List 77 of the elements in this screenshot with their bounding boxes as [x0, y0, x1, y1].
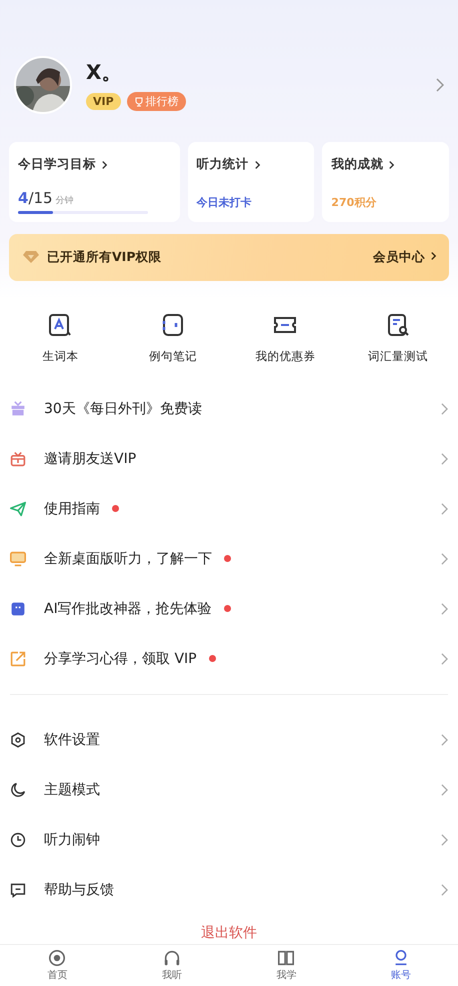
menu-item[interactable]: AI写作批改神器，抢先体验 [0, 584, 458, 634]
moon-icon [10, 782, 26, 798]
paper-plane-icon [10, 500, 26, 517]
shortcut-item[interactable]: 词汇量测试 [342, 312, 454, 364]
shortcut-item[interactable]: 我的优惠券 [229, 312, 342, 364]
settings-label: 帮助与反馈 [44, 880, 114, 899]
card-title: 今日学习目标 [18, 156, 96, 173]
chevron-right-icon [441, 502, 448, 515]
settings-label: 听力闹钟 [44, 830, 100, 849]
notebook-icon [160, 312, 185, 337]
menu-label: 30天《每日外刊》免费读 [44, 400, 202, 418]
menu-item[interactable]: 分享学习心得，领取 VIP [0, 634, 458, 684]
logout-button[interactable]: 退出软件 [195, 922, 263, 944]
robot-icon [10, 600, 26, 617]
letter-book-icon [48, 312, 72, 337]
menu-item[interactable]: 邀请朋友送VIP [0, 434, 458, 484]
tab[interactable]: 首页 [0, 944, 114, 986]
tab[interactable]: 我学 [229, 944, 344, 986]
settings-item[interactable]: 主题模式 [0, 764, 458, 815]
chevron-right-icon [254, 158, 261, 170]
chat-icon [10, 882, 26, 898]
shortcut-label: 词汇量测试 [368, 348, 428, 364]
menu-label: AI写作批改神器，抢先体验 [44, 600, 212, 618]
book-icon [277, 948, 296, 967]
stat-card[interactable]: 我的成就 270积分 [322, 142, 449, 222]
chevron-right-icon [441, 402, 448, 415]
diamond-icon [23, 250, 39, 264]
member-center-link[interactable]: 会员中心 [373, 248, 437, 266]
hexagon-icon [10, 732, 26, 748]
menu-label: 全新桌面版听力，了解一下 [44, 550, 212, 568]
stat-card[interactable]: 听力统计 今日未打卡 [188, 142, 314, 222]
shortcut-label: 生词本 [42, 348, 78, 364]
card-value: 270积分 [331, 195, 378, 210]
card-title: 我的成就 [331, 156, 384, 173]
document-search-icon [386, 312, 410, 337]
settings-item[interactable]: 软件设置 [0, 714, 458, 765]
menu-label: 使用指南 [44, 500, 100, 518]
card-title: 听力统计 [196, 156, 249, 173]
chevron-right-icon [388, 158, 396, 170]
menu-label: 分享学习心得，领取 VIP [44, 650, 197, 668]
shortcut-label: 我的优惠券 [255, 348, 316, 364]
card-value: 今日未打卡 [196, 195, 253, 210]
chevron-right-icon [441, 884, 448, 896]
settings-item[interactable]: 听力闹钟 [0, 814, 458, 865]
gift-icon [10, 400, 26, 417]
settings-label: 主题模式 [44, 780, 100, 799]
tab[interactable]: 账号 [344, 944, 458, 986]
shortcut-item[interactable]: 例句笔记 [116, 312, 229, 364]
chevron-right-icon [441, 652, 448, 665]
chevron-right-icon [441, 452, 448, 465]
chevron-right-icon [441, 784, 448, 796]
vip-status-text: 已开通所有VIP权限 [47, 248, 162, 266]
chevron-right-icon [441, 834, 448, 846]
share-icon [10, 650, 26, 667]
target-icon [48, 948, 66, 967]
vip-banner[interactable]: 已开通所有VIP权限 会员中心 [9, 234, 449, 281]
shortcut-label: 例句笔记 [148, 348, 197, 364]
vip-badge: VIP [86, 93, 121, 110]
menu-item[interactable]: 使用指南 [0, 484, 458, 534]
gift-box-icon [10, 450, 26, 467]
settings-item[interactable]: 帮助与反馈 [0, 864, 458, 915]
menu-item[interactable]: 30天《每日外刊》免费读 [0, 384, 458, 434]
shortcut-item[interactable]: 生词本 [4, 312, 116, 364]
chevron-right-icon [441, 552, 448, 565]
chevron-right-icon [441, 734, 448, 746]
menu-item[interactable]: 全新桌面版听力，了解一下 [0, 534, 458, 584]
chevron-right-icon [430, 250, 437, 262]
headphones-icon [162, 948, 181, 967]
chevron-right-icon [441, 602, 448, 615]
monitor-icon [10, 550, 26, 567]
chevron-right-icon[interactable] [436, 78, 444, 92]
clock-icon [10, 832, 26, 848]
user-name: X。 [86, 59, 122, 86]
chevron-right-icon [101, 158, 108, 170]
settings-label: 软件设置 [44, 730, 100, 749]
tab[interactable]: 我听 [114, 944, 229, 986]
menu-label: 邀请朋友送VIP [44, 450, 136, 468]
